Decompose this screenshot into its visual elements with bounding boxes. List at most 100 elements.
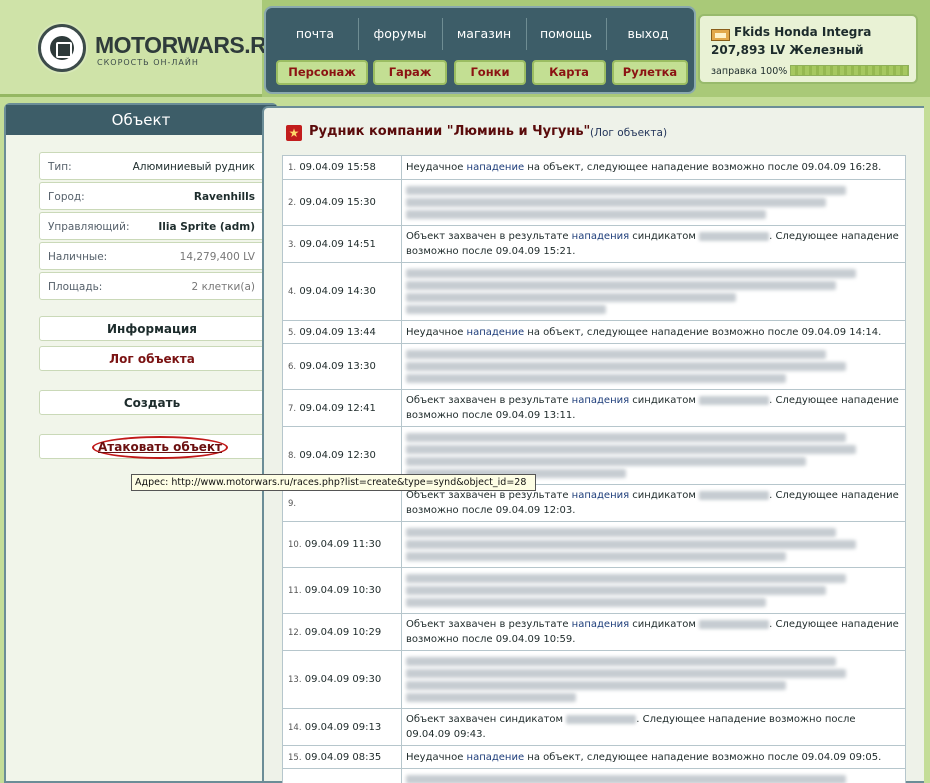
- row-number: 6.: [288, 362, 297, 372]
- car-name[interactable]: Fkids Honda Integra: [734, 25, 871, 39]
- log-date-cell: 15. 09.04.09 08:35: [282, 745, 402, 769]
- hidden-participants-text: [406, 586, 826, 595]
- log-message-cell: [401, 567, 906, 614]
- object-log-button[interactable]: Лог объекта: [39, 346, 265, 371]
- log-date-cell: 6. 09.04.09 13:30: [282, 343, 402, 390]
- fuel-label: заправка 100%: [711, 66, 788, 77]
- hidden-participants-text: [406, 445, 856, 454]
- hidden-participants-text: [406, 669, 846, 678]
- row-number: 12.: [288, 627, 302, 638]
- hidden-participants-text: [406, 350, 826, 359]
- main-nav: почта форумы магазин помощь выход Персон…: [264, 6, 696, 94]
- header: MOTORWARS.RU СКОРОСТЬ ОН-ЛАЙН почта фору…: [0, 0, 930, 97]
- row-date: 09.04.09 13:30: [299, 361, 376, 372]
- nav-character-button[interactable]: Персонаж: [276, 60, 368, 85]
- field-value: 14,279,400 LV: [179, 251, 255, 263]
- nav-help[interactable]: помощь: [530, 26, 602, 48]
- attack-link[interactable]: нападения: [572, 231, 629, 242]
- fuel-bar: [790, 65, 909, 76]
- row-number: 1.: [288, 163, 297, 173]
- row-date: 09.04.09 14:51: [299, 238, 376, 250]
- attack-link[interactable]: нападение: [467, 162, 525, 173]
- attack-object-link[interactable]: Атаковать объект: [92, 436, 228, 459]
- log-date-cell: 10. 09.04.09 11:30: [282, 521, 402, 568]
- table-row: 13. 09.04.09 09:30: [282, 650, 906, 709]
- hidden-syndicate-name: [699, 490, 770, 500]
- info-button[interactable]: Информация: [39, 316, 265, 341]
- field-label: Город:: [48, 191, 85, 203]
- log-message-cell: Объект захвачен синдикатом . Следующее н…: [401, 708, 906, 746]
- hidden-participants-text: [406, 198, 826, 207]
- attack-link[interactable]: нападение: [467, 752, 525, 763]
- table-row: 1. 09.04.09 15:58 Неудачное нападение на …: [282, 155, 906, 180]
- row-number: 9.: [288, 498, 297, 509]
- create-button[interactable]: Создать: [39, 390, 265, 415]
- hidden-participants-text: [406, 775, 846, 783]
- nav-garage-button[interactable]: Гараж: [373, 60, 447, 85]
- row-number: 7.: [288, 403, 297, 414]
- table-row: 5. 09.04.09 13:44 Неудачное нападение на …: [282, 320, 906, 344]
- row-date: 09.04.09 11:30: [304, 539, 382, 550]
- row-date: 09.04.09 09:13: [304, 721, 382, 733]
- page-title: Рудник компании "Люминь и Чугунь": [309, 124, 591, 139]
- log-message-cell: [401, 768, 906, 783]
- row-date: 09.04.09 13:44: [299, 326, 376, 338]
- field-label: Тип:: [48, 161, 72, 173]
- hidden-syndicate-name: [699, 619, 770, 629]
- hidden-participants-text: [406, 552, 786, 561]
- field-type: Тип: Алюминиевый рудник: [39, 152, 265, 180]
- log-table: 1. 09.04.09 15:58 Неудачное нападение на …: [282, 155, 906, 783]
- hidden-syndicate-name: [566, 714, 637, 724]
- attack-link[interactable]: нападения: [572, 490, 629, 501]
- nav-roulette-button[interactable]: Рулетка: [612, 60, 688, 85]
- nav-separator: [606, 18, 607, 50]
- sidebar: Объект Тип: Алюминиевый рудник Город: Ra…: [4, 103, 278, 783]
- log-message-cell: [401, 650, 906, 709]
- hidden-participants-text: [406, 540, 856, 549]
- hidden-participants-text: [406, 693, 576, 702]
- nav-separator: [442, 18, 443, 50]
- row-number: 15.: [288, 752, 302, 763]
- field-manager: Управляющий: Ilia Sprite (adm): [39, 212, 265, 240]
- table-row: 10. 09.04.09 11:30: [282, 521, 906, 568]
- row-date: 09.04.09 15:58: [299, 162, 376, 173]
- row-number: 10.: [288, 540, 302, 550]
- field-area: Площадь: 2 клетки(а): [39, 272, 265, 300]
- message-text: синдикатом: [629, 231, 700, 242]
- nav-races-button[interactable]: Гонки: [454, 60, 526, 85]
- nav-shop[interactable]: магазин: [446, 26, 522, 48]
- hidden-participants-text: [406, 574, 846, 583]
- nav-logout[interactable]: выход: [610, 26, 686, 48]
- message-text: Неудачное: [406, 751, 467, 763]
- attack-link[interactable]: нападения: [572, 619, 629, 630]
- row-date: 09.04.09 09:30: [304, 674, 382, 685]
- table-row: 15. 09.04.09 08:35 Неудачное нападение на…: [282, 745, 906, 769]
- hidden-participants-text: [406, 293, 736, 302]
- message-text: Объект захвачен в результате: [406, 490, 572, 501]
- attack-link[interactable]: нападения: [572, 395, 629, 406]
- hidden-participants-text: [406, 210, 766, 219]
- table-row: 6. 09.04.09 13:30: [282, 343, 906, 390]
- hidden-syndicate-name: [699, 395, 770, 405]
- hidden-participants-text: [406, 457, 806, 466]
- nav-separator: [358, 18, 359, 50]
- field-value[interactable]: Ilia Sprite (adm): [158, 221, 255, 233]
- object-log-link[interactable]: (Лог объекта): [590, 127, 667, 139]
- logo-icon[interactable]: [38, 24, 86, 72]
- table-row: 2. 09.04.09 15:30: [282, 179, 906, 226]
- nav-mail[interactable]: почта: [276, 26, 354, 48]
- row-number: 13.: [288, 675, 302, 685]
- attack-link[interactable]: нападение: [467, 327, 525, 338]
- hidden-participants-text: [406, 528, 836, 537]
- hidden-participants-text: [406, 374, 786, 383]
- log-date-cell: 11. 09.04.09 10:30: [282, 567, 402, 614]
- nav-map-button[interactable]: Карта: [532, 60, 606, 85]
- message-text: на объект, следующее нападение возможно …: [524, 162, 882, 173]
- row-date: 09.04.09 12:41: [299, 402, 376, 414]
- message-text: на объект, следующее нападение возможно …: [524, 326, 882, 338]
- hidden-participants-text: [406, 269, 856, 278]
- brand-name[interactable]: MOTORWARS.RU: [95, 32, 283, 59]
- main-content: ★ Рудник компании "Люминь и Чугунь" (Лог…: [262, 106, 924, 783]
- nav-forums[interactable]: форумы: [362, 26, 438, 48]
- log-date-cell: 7. 09.04.09 12:41: [282, 389, 402, 427]
